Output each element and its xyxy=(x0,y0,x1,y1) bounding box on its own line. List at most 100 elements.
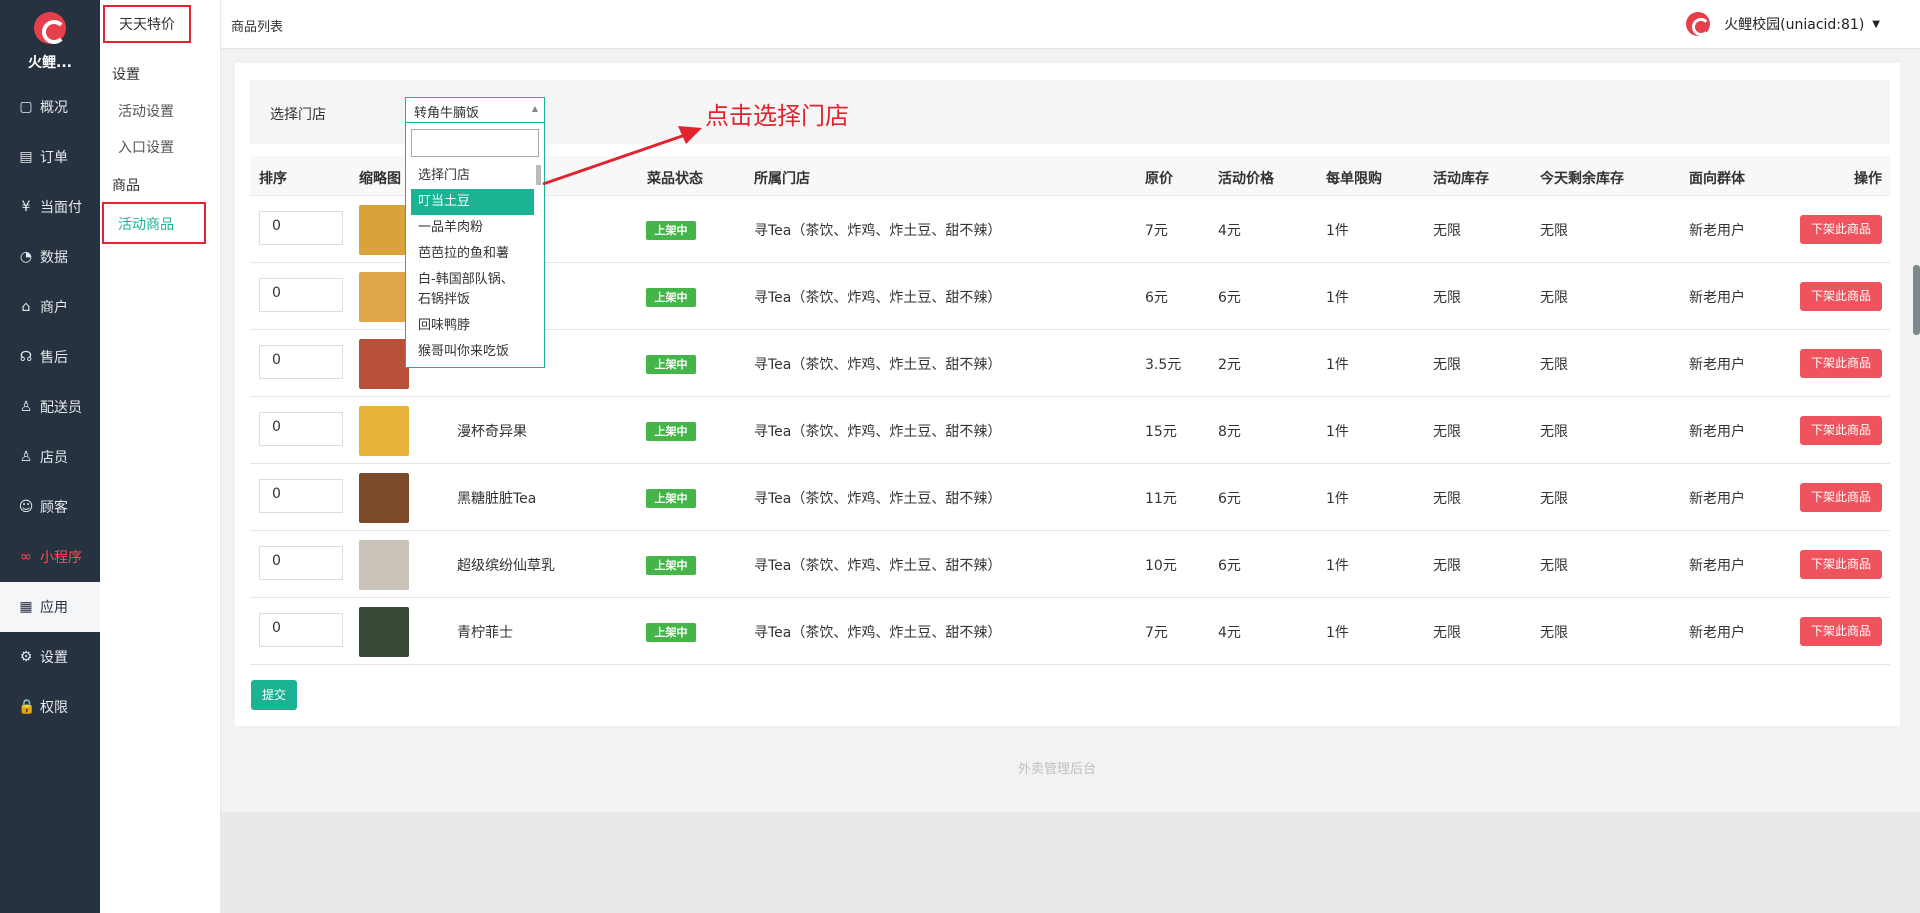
limit-per-order: 1件 xyxy=(1326,223,1349,239)
col-today-left: 今天剩余库存 xyxy=(1540,171,1624,187)
nav-item-3[interactable]: ◔ 数据 xyxy=(0,232,100,282)
sort-input[interactable]: 0 xyxy=(259,412,343,446)
product-thumbnail xyxy=(359,205,409,255)
today-left-stock: 无限 xyxy=(1540,558,1568,574)
original-price: 10元 xyxy=(1145,558,1177,574)
product-thumbnail xyxy=(359,272,409,322)
submit-button[interactable]: 提交 xyxy=(251,680,297,710)
audience: 新老用户 xyxy=(1689,424,1745,440)
activity-stock: 无限 xyxy=(1433,223,1461,239)
nav-item-10[interactable]: ▦ 应用 xyxy=(0,582,100,632)
store-select[interactable]: 转角牛腩饭 ▲ xyxy=(405,97,545,123)
footer-text: 外卖管理后台 xyxy=(1018,762,1097,777)
store-option[interactable]: 芭芭拉的鱼和薯 xyxy=(406,241,536,267)
nav-item-2[interactable]: ¥ 当面付 xyxy=(0,182,100,232)
nav-item-0[interactable]: ▢ 概况 xyxy=(0,82,100,132)
activity-price: 4元 xyxy=(1218,223,1241,239)
user-menu[interactable]: 火鲤校园(uniacid:81) ▼ xyxy=(1686,12,1880,36)
sort-input[interactable]: 0 xyxy=(259,278,343,312)
apps-icon: ▦ xyxy=(19,599,33,615)
sort-input[interactable]: 0 xyxy=(259,479,343,513)
audience: 新老用户 xyxy=(1689,357,1745,373)
nav-item-8[interactable]: ☺ 顾客 xyxy=(0,482,100,532)
sort-input[interactable]: 0 xyxy=(259,211,343,245)
nav-item-9[interactable]: ∞ 小程序 xyxy=(0,532,100,582)
person-icon: ♙ xyxy=(19,399,33,415)
take-down-button[interactable]: 下架此商品 xyxy=(1800,550,1882,579)
nav-item-6[interactable]: ♙ 配送员 xyxy=(0,382,100,432)
limit-per-order: 1件 xyxy=(1326,558,1349,574)
store-option[interactable]: 猴哥叫你来吃饭 xyxy=(406,339,536,365)
store-search-input[interactable] xyxy=(411,129,539,157)
table-row: 0 黑糖脏脏Tea 寻Tea（茶饮、炸鸡、炸土豆、甜不辣） 11元 6元 1件 无限 无限 新老… xyxy=(250,464,1890,531)
nav-item-label: 设置 xyxy=(40,650,68,666)
nav-item-4[interactable]: ⌂ 商户 xyxy=(0,282,100,332)
store-option[interactable]: 白-韩国部队锅、石锅拌饭 xyxy=(406,267,536,313)
sort-input[interactable]: 0 xyxy=(259,613,343,647)
product-name: 青柠菲士 xyxy=(457,625,513,641)
annotation-text: 点击选择门店 xyxy=(705,102,849,130)
activity-stock: 无限 xyxy=(1433,357,1461,373)
col-price: 原价 xyxy=(1145,171,1173,187)
gear-icon: ⚙ xyxy=(19,649,33,665)
submenu-title[interactable]: 天天特价 xyxy=(103,5,191,43)
caret-up-icon: ▲ xyxy=(531,104,538,113)
store-dropdown: 选择门店 叮当土豆 一品羊肉粉 芭芭拉的鱼和薯 白-韩国部队锅、石锅拌饭 回味鸭脖 猴哥叫你… xyxy=(405,123,545,368)
nav-item-1[interactable]: ▤ 订单 xyxy=(0,132,100,182)
col-sort: 排序 xyxy=(259,171,287,187)
logo: 火鲤... xyxy=(0,0,100,82)
today-left-stock: 无限 xyxy=(1540,357,1568,373)
store-option[interactable]: 回味鸭脖 xyxy=(406,313,536,339)
take-down-button[interactable]: 下架此商品 xyxy=(1800,282,1882,311)
nav-item-11[interactable]: ⚙ 设置 xyxy=(0,632,100,682)
store-option[interactable]: 选择门店 xyxy=(406,163,536,189)
nav-item-5[interactable]: ☊ 售后 xyxy=(0,332,100,382)
nav-item-label: 顾客 xyxy=(40,500,68,516)
original-price: 11元 xyxy=(1145,491,1177,507)
audience: 新老用户 xyxy=(1689,625,1745,641)
activity-price: 6元 xyxy=(1218,290,1241,306)
today-left-stock: 无限 xyxy=(1540,625,1568,641)
store-icon: ⌂ xyxy=(21,299,31,315)
page-scrollbar[interactable] xyxy=(1913,265,1920,335)
take-down-button[interactable]: 下架此商品 xyxy=(1800,617,1882,646)
store-name: 寻Tea（茶饮、炸鸡、炸土豆、甜不辣） xyxy=(754,223,1002,239)
store-option[interactable]: 叮当土豆 xyxy=(411,189,534,215)
user-avatar-icon xyxy=(1686,12,1711,36)
brand-logo-icon xyxy=(34,12,66,44)
col-activity-price: 活动价格 xyxy=(1218,171,1274,187)
submenu-item-activity-settings[interactable]: 活动设置 xyxy=(118,101,174,121)
status-badge: 上架中 xyxy=(646,355,696,374)
take-down-button[interactable]: 下架此商品 xyxy=(1800,215,1882,244)
audience: 新老用户 xyxy=(1689,290,1745,306)
take-down-button[interactable]: 下架此商品 xyxy=(1800,416,1882,445)
original-price: 7元 xyxy=(1145,223,1168,239)
take-down-button[interactable]: 下架此商品 xyxy=(1800,349,1882,378)
original-price: 15元 xyxy=(1145,424,1177,440)
store-option[interactable]: 一品羊肉粉 xyxy=(406,215,536,241)
store-name: 寻Tea（茶饮、炸鸡、炸土豆、甜不辣） xyxy=(754,424,1002,440)
col-thumb: 缩略图 xyxy=(359,171,401,187)
audience: 新老用户 xyxy=(1689,223,1745,239)
user-name: 火鲤校园(uniacid:81) xyxy=(1724,17,1865,33)
submenu-group-settings: 设置 xyxy=(112,67,140,83)
submenu-item-activity-goods[interactable]: 活动商品 xyxy=(118,214,174,234)
sort-input[interactable]: 0 xyxy=(259,546,343,580)
activity-price: 4元 xyxy=(1218,625,1241,641)
submenu-item-entry-settings[interactable]: 入口设置 xyxy=(118,137,174,157)
nav-item-label: 配送员 xyxy=(40,400,82,416)
nav-item-7[interactable]: ♙ 店员 xyxy=(0,432,100,482)
miniprogram-icon: ∞ xyxy=(20,549,32,565)
take-down-button[interactable]: 下架此商品 xyxy=(1800,483,1882,512)
lock-icon: 🔒 xyxy=(18,699,36,715)
status-badge: 上架中 xyxy=(646,288,696,307)
product-thumbnail xyxy=(359,339,409,389)
product-thumbnail xyxy=(359,406,409,456)
nav-item-12[interactable]: 🔒 权限 xyxy=(0,682,100,732)
product-name: 黑糖脏脏Tea xyxy=(457,491,537,507)
sort-input[interactable]: 0 xyxy=(259,345,343,379)
store-filter-label: 选择门店 xyxy=(270,107,326,123)
chart-icon: ◔ xyxy=(19,249,33,265)
nav-item-label: 当面付 xyxy=(40,200,82,216)
status-badge: 上架中 xyxy=(646,623,696,642)
